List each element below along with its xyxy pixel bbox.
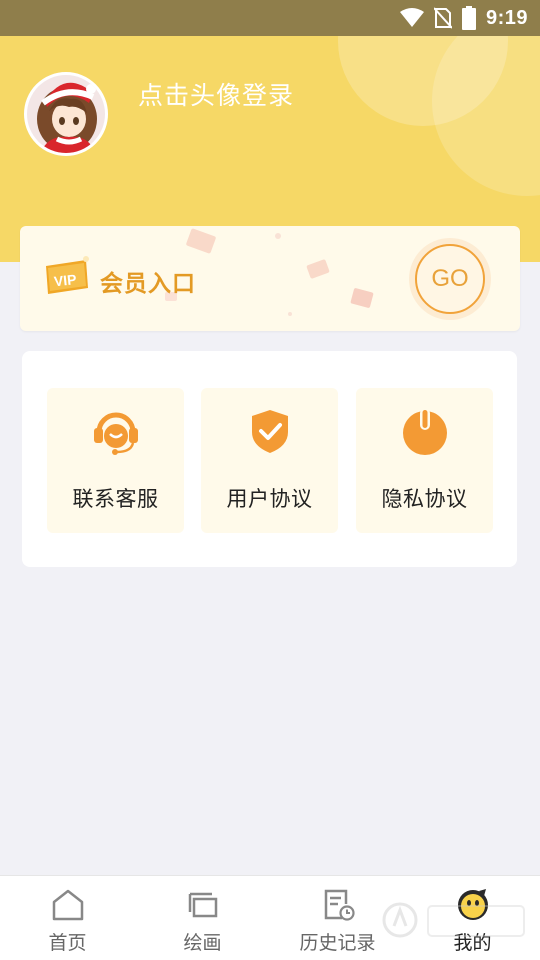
service-label: 隐私协议 — [381, 487, 468, 511]
nav-history[interactable]: 历史记录 — [270, 876, 405, 960]
login-prompt[interactable]: 点击头像登录 — [138, 76, 294, 112]
nav-mine[interactable]: 我的 — [405, 876, 540, 960]
service-user-agreement[interactable]: 用户协议 — [201, 388, 338, 533]
vip-entry-card[interactable]: VIP 会员入口 GO — [20, 226, 520, 331]
bottom-nav: 首页 绘画 历史记录 我的 — [0, 875, 540, 960]
no-sim-icon — [433, 7, 452, 29]
service-label: 联系客服 — [72, 487, 159, 511]
service-contact-support[interactable]: 联系客服 — [47, 388, 184, 533]
home-icon — [52, 889, 83, 921]
headset-icon — [94, 412, 138, 455]
nav-label: 首页 — [48, 932, 87, 954]
shield-check-icon — [252, 410, 288, 453]
nav-drawing[interactable]: 绘画 — [135, 876, 270, 960]
decor-circle — [432, 36, 540, 196]
history-icon — [324, 889, 355, 921]
power-icon — [403, 408, 447, 455]
vip-title: 会员入口 — [100, 271, 196, 297]
gallery-icon — [188, 892, 217, 918]
wifi-icon — [399, 8, 424, 27]
nav-label: 我的 — [453, 932, 492, 954]
go-button[interactable]: GO — [415, 244, 485, 314]
avatar[interactable] — [24, 72, 108, 156]
nav-label: 历史记录 — [299, 932, 376, 954]
clock: 9:19 — [485, 6, 528, 29]
battery-icon — [461, 6, 476, 30]
vip-badge-icon: VIP — [46, 256, 89, 294]
avatar-image — [27, 75, 105, 153]
profile-face-icon — [457, 889, 488, 920]
nav-label: 绘画 — [183, 932, 222, 954]
services-card: 联系客服 用户协议 隐私协议 — [22, 351, 517, 567]
status-bar: 9:19 — [0, 0, 540, 36]
service-label: 用户协议 — [226, 487, 313, 511]
vip-badge-text: VIP — [53, 271, 77, 289]
service-privacy-policy[interactable]: 隐私协议 — [356, 388, 493, 533]
nav-home[interactable]: 首页 — [0, 876, 135, 960]
